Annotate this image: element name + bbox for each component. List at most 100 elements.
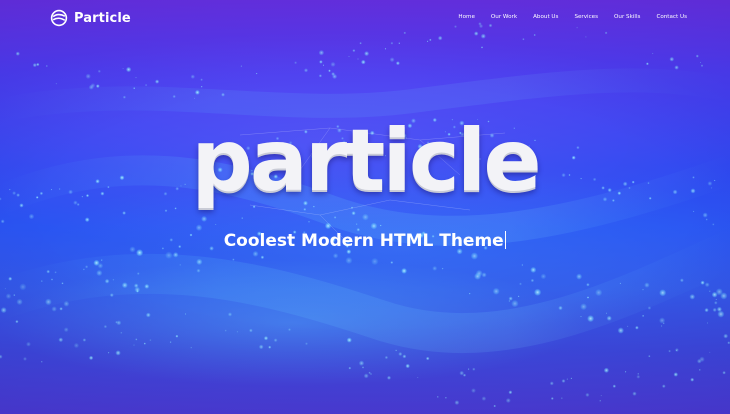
particle-dot — [85, 73, 91, 80]
particle-dot — [384, 355, 389, 360]
particle-dot — [658, 317, 666, 324]
particle-dot — [190, 74, 196, 79]
particle-dot — [635, 325, 639, 330]
particle-dot — [255, 72, 258, 75]
nav-link-our-skills[interactable]: Our Skills — [614, 14, 640, 20]
particle-dot — [45, 298, 52, 306]
particle-dot — [580, 303, 588, 311]
particle-logo-icon — [50, 9, 68, 27]
particle-dot — [360, 59, 366, 65]
particle-dot — [50, 278, 54, 281]
particle-dot — [303, 68, 309, 73]
nav-link-about-us[interactable]: About Us — [533, 14, 558, 20]
particle-dot — [576, 273, 583, 280]
particle-dot — [723, 333, 729, 339]
particle-dot — [125, 66, 132, 73]
particle-dot — [651, 52, 654, 55]
particle-dot — [0, 307, 7, 314]
particle-dot — [144, 83, 148, 87]
particle-dot — [384, 47, 387, 50]
particle-dot — [107, 351, 110, 354]
particle-dot — [88, 355, 94, 361]
particle-dot — [361, 213, 369, 221]
particle-dot — [668, 349, 671, 353]
particle-dot — [709, 351, 711, 353]
particle-dot — [398, 42, 401, 45]
particle-dot — [364, 51, 370, 57]
particle-dot — [172, 252, 179, 258]
nav-link-services[interactable]: Services — [574, 14, 598, 20]
particle-dot — [28, 213, 35, 220]
particle-dot — [63, 300, 70, 307]
navbar: Particle Home Our Work About Us Services… — [0, 0, 730, 38]
particle-dot — [322, 64, 325, 66]
particle-dot — [426, 40, 429, 43]
particle-dot — [493, 404, 496, 408]
nav-link-home[interactable]: Home — [458, 14, 475, 20]
particle-dot — [586, 282, 590, 287]
particle-dot — [606, 315, 612, 321]
particle-dot — [481, 272, 487, 278]
particle-dot — [103, 324, 108, 329]
particle-dot — [40, 280, 43, 283]
hero-title: particle — [191, 111, 541, 211]
particle-dot — [4, 287, 7, 290]
nav-link-our-work[interactable]: Our Work — [491, 14, 517, 20]
particle-dot — [194, 89, 200, 95]
particle-dot — [585, 392, 590, 397]
particle-dot — [330, 61, 336, 67]
particle-dot — [700, 64, 704, 68]
particle-dot — [227, 312, 233, 317]
particle-dot — [617, 327, 624, 334]
particle-dot — [345, 256, 353, 265]
particle-dot — [698, 368, 701, 371]
particle-dot — [480, 46, 484, 49]
particle-dot — [708, 290, 711, 293]
particle-dot — [122, 211, 126, 215]
particle-dot — [93, 259, 100, 267]
particle-dot — [425, 356, 430, 361]
brand-logo-link[interactable]: Particle — [50, 9, 131, 27]
hero-section: Particle Home Our Work About Us Services… — [0, 0, 730, 414]
nav-link-contact-us[interactable]: Contact Us — [656, 14, 687, 20]
particle-dot — [324, 222, 332, 230]
particle-dot — [707, 322, 709, 324]
particle-dot — [63, 327, 69, 333]
particle-dot — [8, 276, 13, 281]
particle-dot — [714, 301, 718, 305]
particle-dot — [661, 384, 666, 389]
particle-dot — [55, 82, 58, 85]
particle-dot — [715, 298, 717, 301]
particle-dot — [492, 287, 500, 295]
particle-dot — [459, 370, 465, 376]
particle-dot — [305, 342, 308, 346]
particle-dot — [389, 57, 395, 63]
particle-dot — [100, 259, 103, 262]
particle-dot — [379, 224, 382, 227]
particle-dot — [333, 216, 337, 219]
particle-dot — [357, 58, 359, 60]
particle-dot — [318, 74, 322, 78]
particle-dot — [561, 379, 566, 383]
particle-dot — [558, 305, 563, 311]
particle-dot — [184, 313, 187, 315]
particle-dot — [368, 371, 371, 375]
particle-dot — [174, 207, 177, 210]
particle-dot — [82, 338, 87, 342]
particle-dot — [51, 306, 57, 312]
particle-dot — [647, 306, 652, 310]
particle-dot — [370, 222, 378, 230]
particle-dot — [395, 349, 398, 352]
particle-dot — [90, 83, 96, 88]
particle-dot — [700, 280, 705, 285]
particle-dot — [454, 400, 460, 406]
particle-dot — [165, 251, 173, 259]
particle-dot — [358, 360, 365, 366]
particle-dot — [549, 381, 554, 386]
particle-dot — [134, 286, 141, 293]
particle-dot — [45, 64, 48, 68]
particle-dot — [201, 215, 208, 222]
particle-dot — [268, 345, 272, 349]
particle-dot — [390, 261, 394, 264]
particle-dot — [436, 396, 439, 398]
